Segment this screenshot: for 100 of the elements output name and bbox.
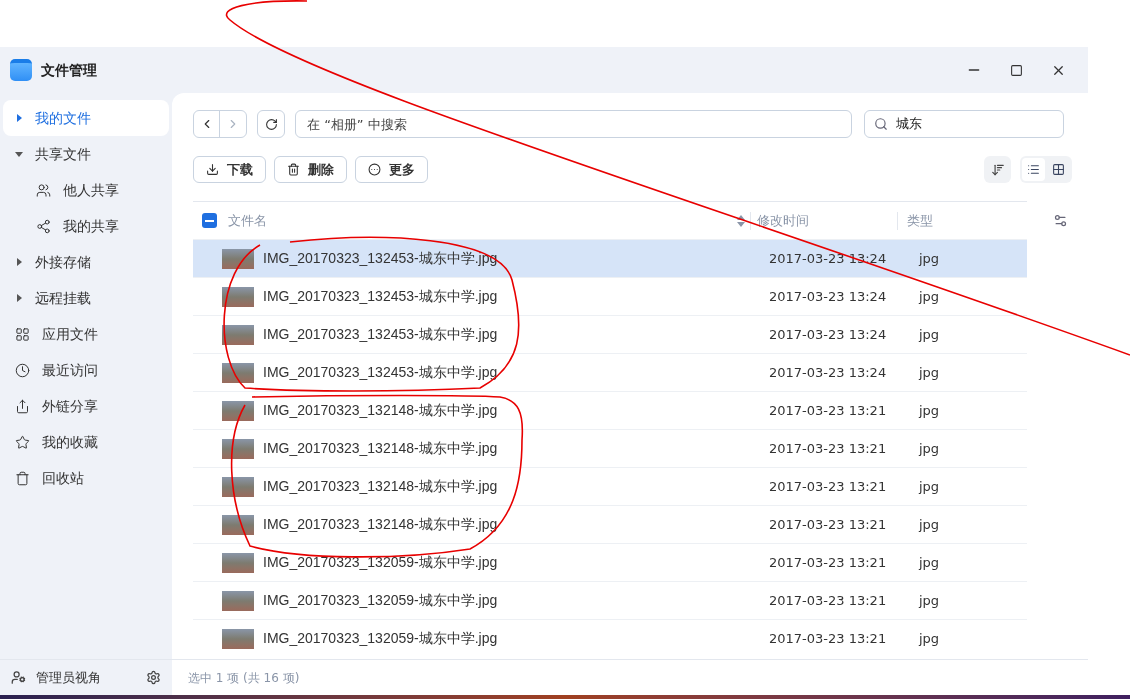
- maximize-icon[interactable]: [1010, 63, 1023, 77]
- sidebar-item[interactable]: 他人共享: [3, 172, 169, 208]
- file-name: IMG_20170323_132453-城东中学.jpg: [263, 249, 499, 268]
- search-icon: [874, 117, 888, 131]
- file-name: IMG_20170323_132453-城东中学.jpg: [263, 363, 499, 382]
- list-icon: [1027, 163, 1040, 176]
- modified-time: 2017-03-23 13:21: [769, 477, 888, 496]
- refresh-button[interactable]: [257, 110, 285, 138]
- file-type: jpg: [919, 591, 940, 610]
- photo-placeholder: [222, 286, 254, 307]
- sidebar-item[interactable]: 我的收藏: [3, 424, 169, 460]
- modified-time: 2017-03-23 13:21: [769, 439, 888, 458]
- file-name: IMG_20170323_132148-城东中学.jpg: [263, 515, 499, 534]
- file-row[interactable]: IMG_20170323_132059-城东中学.jpg 2017-03-23 13:21 jpg: [193, 543, 1027, 581]
- settings-icon[interactable]: [146, 670, 161, 685]
- file-row[interactable]: IMG_20170323_132059-城东中学.jpg 2017-03-23 13:21 jpg: [193, 619, 1027, 657]
- file-name: IMG_20170323_132059-城东中学.jpg: [263, 553, 499, 572]
- file-type: jpg: [919, 325, 940, 344]
- file-row[interactable]: IMG_20170323_132453-城东中学.jpg 2017-03-23 13:24 jpg: [193, 239, 1027, 277]
- grid-icon: [1052, 163, 1065, 176]
- photo-placeholder: [222, 438, 254, 459]
- share-out-icon: [15, 398, 30, 414]
- file-name: IMG_20170323_132148-城东中学.jpg: [263, 401, 499, 420]
- file-row[interactable]: IMG_20170323_132148-城东中学.jpg 2017-03-23 13:21 jpg: [193, 429, 1027, 467]
- column-settings-icon[interactable]: [1053, 213, 1068, 228]
- file-type: jpg: [919, 629, 940, 648]
- trash-icon: [15, 470, 30, 486]
- window-title: 文件管理: [41, 60, 97, 80]
- modified-time: 2017-03-23 13:24: [769, 249, 888, 268]
- file-type: jpg: [919, 401, 940, 420]
- path-search-field[interactable]: 在 “相册” 中搜索: [295, 110, 852, 138]
- modified-time: 2017-03-23 13:24: [769, 287, 888, 306]
- sidebar-item[interactable]: 我的文件: [3, 100, 169, 136]
- file-type: jpg: [919, 439, 940, 458]
- apps-icon: [15, 326, 30, 342]
- photo-placeholder: [222, 552, 254, 573]
- file-name: IMG_20170323_132453-城东中学.jpg: [263, 287, 499, 306]
- file-row[interactable]: IMG_20170323_132059-城东中学.jpg 2017-03-23 13:21 jpg: [193, 581, 1027, 619]
- sidebar-item[interactable]: 外接存储: [3, 244, 169, 280]
- select-all-checkbox[interactable]: [202, 213, 217, 228]
- sidebar-item[interactable]: 我的共享: [3, 208, 169, 244]
- photo-placeholder: [222, 514, 254, 535]
- modified-time: 2017-03-23 13:21: [769, 629, 888, 648]
- file-row[interactable]: IMG_20170323_132148-城东中学.jpg 2017-03-23 13:21 jpg: [193, 467, 1027, 505]
- admin-icon: [11, 670, 26, 685]
- file-type: jpg: [919, 363, 940, 382]
- trash-icon: [287, 163, 300, 176]
- refresh-icon: [264, 117, 278, 131]
- status-text: 选中 1 项 (共 16 项): [188, 669, 300, 687]
- toolbar-button[interactable]: 更多: [355, 156, 428, 183]
- app-logo-icon: [10, 59, 32, 81]
- file-name: IMG_20170323_132148-城东中学.jpg: [263, 477, 499, 496]
- list-view-button[interactable]: [1022, 158, 1045, 181]
- file-name: IMG_20170323_132059-城东中学.jpg: [263, 591, 499, 610]
- modified-time: 2017-03-23 13:24: [769, 325, 888, 344]
- photo-placeholder: [222, 400, 254, 421]
- sidebar-item[interactable]: 远程挂载: [3, 280, 169, 316]
- share-icon: [36, 218, 51, 234]
- file-type: jpg: [919, 515, 940, 534]
- sort-button[interactable]: [984, 156, 1011, 183]
- file-name: IMG_20170323_132059-城东中学.jpg: [263, 629, 499, 648]
- photo-placeholder: [222, 476, 254, 497]
- download-icon: [206, 163, 219, 176]
- file-row[interactable]: IMG_20170323_132148-城东中学.jpg 2017-03-23 13:21 jpg: [193, 505, 1027, 543]
- file-name: IMG_20170323_132148-城东中学.jpg: [263, 439, 499, 458]
- sidebar-item[interactable]: 外链分享: [3, 388, 169, 424]
- file-type: jpg: [919, 553, 940, 572]
- modified-time: 2017-03-23 13:21: [769, 401, 888, 420]
- file-row[interactable]: IMG_20170323_132148-城东中学.jpg 2017-03-23 13:21 jpg: [193, 391, 1027, 429]
- people-icon: [36, 182, 51, 198]
- photo-placeholder: [222, 362, 254, 383]
- admin-view-label[interactable]: 管理员视角: [36, 667, 101, 688]
- modified-time: 2017-03-23 13:24: [769, 363, 888, 382]
- file-row[interactable]: IMG_20170323_132453-城东中学.jpg 2017-03-23 13:24 jpg: [193, 353, 1027, 391]
- search-input[interactable]: 城东: [896, 114, 1046, 134]
- photo-placeholder: [222, 628, 254, 649]
- sort-arrows-icon[interactable]: [737, 214, 745, 227]
- sort-icon: [990, 162, 1005, 177]
- photo-placeholder: [222, 590, 254, 611]
- file-type: jpg: [919, 249, 940, 268]
- file-name: IMG_20170323_132453-城东中学.jpg: [263, 325, 499, 344]
- modified-time: 2017-03-23 13:21: [769, 591, 888, 610]
- search-field[interactable]: 城东: [864, 110, 1064, 138]
- sidebar-item[interactable]: 应用文件: [3, 316, 169, 352]
- sidebar-item[interactable]: 最近访问: [3, 352, 169, 388]
- file-row[interactable]: IMG_20170323_132453-城东中学.jpg 2017-03-23 13:24 jpg: [193, 315, 1027, 353]
- sidebar-item[interactable]: 回收站: [3, 460, 169, 496]
- file-row[interactable]: IMG_20170323_132453-城东中学.jpg 2017-03-23 13:24 jpg: [193, 277, 1027, 315]
- clock-icon: [15, 362, 30, 378]
- more-icon: [368, 163, 381, 176]
- toolbar-button[interactable]: 删除: [274, 156, 347, 183]
- star-icon: [15, 434, 30, 450]
- photo-placeholder: [222, 248, 254, 269]
- file-type: jpg: [919, 287, 940, 306]
- file-type: jpg: [919, 477, 940, 496]
- modified-time: 2017-03-23 13:21: [769, 553, 888, 572]
- sidebar-item[interactable]: 共享文件: [3, 136, 169, 172]
- toolbar-button[interactable]: 下载: [193, 156, 266, 183]
- photo-placeholder: [222, 324, 254, 345]
- modified-time: 2017-03-23 13:21: [769, 515, 888, 534]
